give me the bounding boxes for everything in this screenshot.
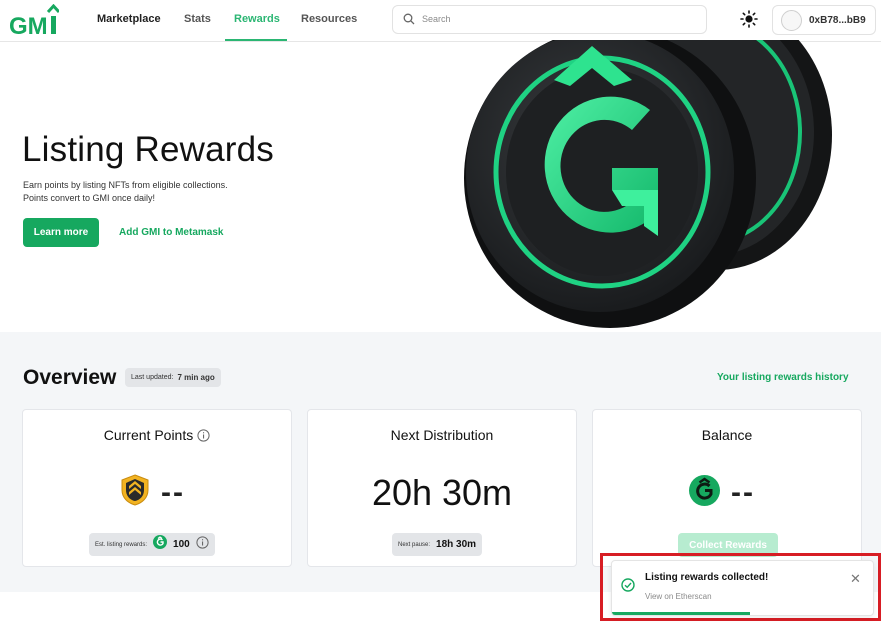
points-shield-icon — [121, 474, 149, 511]
est-rewards-label: Est. listing rewards: — [95, 541, 148, 548]
gmi-token-icon — [689, 475, 720, 511]
next-pause-label: Next pause: — [398, 541, 431, 548]
view-etherscan-link[interactable]: View on Etherscan — [645, 592, 712, 601]
wallet-button[interactable]: 0xB78...bB9 — [772, 5, 876, 35]
info-icon[interactable] — [196, 535, 209, 554]
nav-active-underline — [225, 39, 287, 41]
search-placeholder: Search — [422, 14, 451, 24]
avatar — [781, 10, 802, 31]
gmi-coin-illustration — [462, 0, 842, 330]
nav-resources[interactable]: Resources — [301, 13, 357, 25]
add-gmi-metamask-link[interactable]: Add GMI to Metamask — [119, 227, 223, 238]
next-pause-pill: Next pause: 18h 30m — [392, 533, 483, 556]
toast-progress-bar — [612, 612, 751, 615]
est-rewards-value: 100 — [173, 539, 190, 550]
last-updated-badge: Last updated: 7 min ago — [125, 368, 221, 387]
last-updated-label: Last updated: — [131, 374, 174, 381]
theme-toggle-sun-icon[interactable] — [738, 8, 760, 30]
distribution-countdown: 20h 30m — [371, 472, 513, 513]
est-listing-rewards-pill: Est. listing rewards: 100 — [89, 533, 215, 556]
next-pause-value: 18h 30m — [436, 539, 477, 550]
search-input[interactable]: Search — [392, 5, 707, 34]
toast-notification: Listing rewards collected! View on Ether… — [611, 560, 874, 616]
next-distribution-card: Next Distribution 20h 30m Next pause: 18… — [307, 409, 577, 567]
learn-more-button[interactable]: Learn more — [23, 218, 99, 247]
nav-stats[interactable]: Stats — [184, 13, 211, 25]
info-icon[interactable] — [197, 429, 210, 445]
nav-rewards[interactable]: Rewards — [234, 13, 280, 25]
nav-marketplace[interactable]: Marketplace — [97, 13, 161, 25]
current-points-value: -- — [161, 476, 185, 509]
toast-title: Listing rewards collected! — [645, 572, 769, 583]
wallet-address: 0xB78...bB9 — [809, 15, 866, 26]
search-icon — [403, 12, 415, 30]
rewards-history-link[interactable]: Your listing rewards history — [717, 372, 849, 383]
balance-card: Balance -- Collect Rewards — [592, 409, 862, 567]
gmi-logo[interactable]: GM — [9, 3, 61, 40]
balance-title: Balance — [701, 427, 753, 443]
check-circle-icon — [621, 578, 635, 597]
hero-description-line2: Points convert to GMI once daily! — [23, 193, 156, 203]
current-points-title: Current Points — [23, 427, 291, 445]
hero-description: Earn points by listing NFTs from eligibl… — [23, 179, 283, 205]
hero-description-line1: Earn points by listing NFTs from eligibl… — [23, 180, 228, 190]
last-updated-value: 7 min ago — [177, 373, 215, 382]
page-title: Listing Rewards — [22, 130, 274, 169]
current-points-label: Current Points — [103, 427, 194, 443]
next-distribution-title: Next Distribution — [390, 427, 494, 443]
current-points-card: Current Points -- Est. listing rewards: … — [22, 409, 292, 567]
overview-title: Overview — [23, 366, 117, 389]
svg-text:GM: GM — [9, 13, 48, 38]
close-icon[interactable]: ✕ — [850, 571, 861, 587]
top-nav: GM Marketplace Stats Rewards Resources S… — [0, 0, 881, 42]
balance-value: -- — [731, 476, 755, 509]
gmi-token-icon — [153, 535, 168, 554]
